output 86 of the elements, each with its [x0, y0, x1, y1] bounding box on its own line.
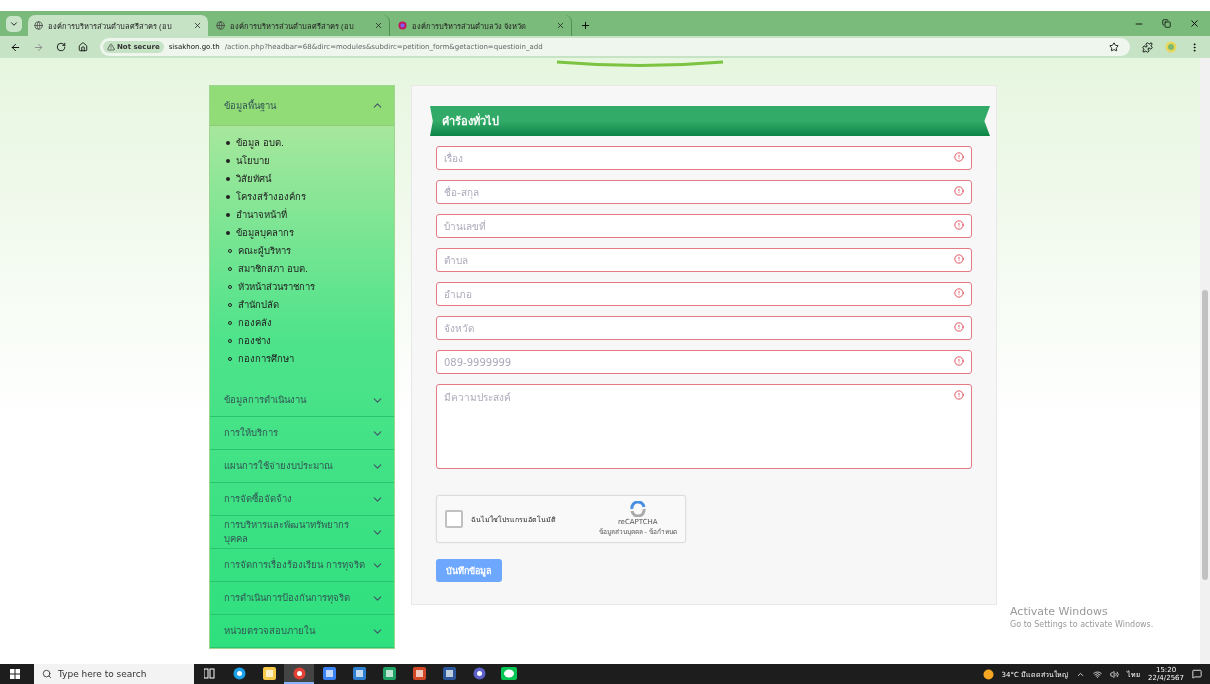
menu-link[interactable]: กองการศึกษา — [238, 350, 294, 368]
input-field[interactable]: 089-9999999 — [436, 350, 972, 374]
app-icon — [382, 666, 396, 680]
accordion-header[interactable]: การดำเนินการป้องกันการทุจริต — [210, 582, 394, 615]
close-icon[interactable] — [374, 21, 383, 30]
chevron-down-icon — [9, 19, 19, 29]
input-field[interactable]: จังหวัด — [436, 316, 972, 340]
bookmark-star-icon[interactable] — [1109, 42, 1119, 52]
task-view-icon — [203, 667, 215, 679]
menu-link[interactable]: สำนักปลัด — [238, 296, 279, 314]
notifications-icon[interactable] — [1192, 669, 1202, 679]
weather-sun-icon — [982, 668, 994, 680]
back-icon[interactable] — [10, 41, 21, 53]
activation-title: Activate Windows — [1010, 605, 1109, 618]
wifi-icon[interactable] — [1093, 669, 1103, 679]
app-icon — [262, 666, 276, 680]
new-tab-icon[interactable] — [580, 20, 591, 31]
form-title-banner: คำร้องทั่วไป — [430, 106, 990, 136]
scrollbar[interactable] — [1200, 58, 1210, 664]
accordion-header[interactable]: ข้อมูลการดำเนินงาน — [210, 384, 394, 417]
bullet-icon — [226, 141, 230, 145]
search-placeholder: Type here to search — [58, 669, 147, 679]
menu-link[interactable]: ข้อมูล อบต. — [236, 134, 285, 152]
app-icon — [292, 666, 306, 680]
restore-icon[interactable] — [1162, 19, 1171, 28]
app-icon — [322, 666, 336, 680]
menu-link[interactable]: โครงสร้างองค์กร — [236, 188, 306, 206]
error-icon — [954, 152, 964, 162]
menu-link[interactable]: วิสัยทัศน์ — [236, 170, 271, 188]
close-icon[interactable] — [193, 21, 202, 30]
bullet-icon — [226, 159, 230, 163]
error-icon — [954, 390, 964, 400]
input-field[interactable]: อำเภอ — [436, 282, 972, 306]
decor-curve-icon — [555, 60, 725, 68]
menu-link[interactable]: ข้อมูลบุคลากร — [236, 224, 294, 242]
search-icon — [42, 669, 52, 679]
error-icon — [954, 254, 964, 264]
accordion-header[interactable]: การจัดการเรื่องร้องเรียน การทุจริต — [210, 549, 394, 582]
app-icon — [442, 666, 456, 680]
close-icon[interactable] — [556, 21, 565, 30]
menu-link[interactable]: กองคลัง — [238, 314, 272, 332]
activation-subtitle: Go to Settings to activate Windows. — [1010, 620, 1154, 629]
message-field[interactable]: มีความประสงค์ — [436, 384, 972, 469]
recaptcha-logo-icon — [628, 501, 647, 517]
app-icon — [472, 666, 486, 680]
error-icon — [954, 220, 964, 230]
warning-icon — [107, 43, 115, 51]
reload-icon[interactable] — [56, 42, 66, 52]
bullet-icon — [226, 195, 230, 199]
accordion-header[interactable]: แผนการใช้จ่ายงบประมาณ — [210, 450, 394, 483]
error-icon — [954, 356, 964, 366]
input-field[interactable]: ตำบล — [436, 248, 972, 272]
volume-icon[interactable] — [1110, 669, 1120, 679]
taskbar-app[interactable] — [284, 664, 314, 684]
bullet-icon — [226, 177, 230, 181]
menu-link[interactable]: นโยบาย — [236, 152, 270, 170]
input-field[interactable]: ชื่อ-สกุล — [436, 180, 972, 204]
error-icon — [954, 322, 964, 332]
input-field[interactable]: บ้านเลขที่ — [436, 214, 972, 238]
app-icon — [412, 666, 426, 680]
site-icon — [398, 21, 407, 30]
close-icon[interactable] — [1189, 18, 1200, 29]
taskbar-search-field[interactable]: Type here to search — [34, 664, 194, 684]
menu-link[interactable]: อำนาจหน้าที่ — [236, 206, 287, 224]
error-icon — [954, 288, 964, 298]
extensions-icon[interactable] — [1142, 41, 1153, 53]
input-field[interactable]: เรื่อง — [436, 146, 972, 170]
globe-icon — [216, 21, 225, 30]
chat-icon — [501, 666, 517, 680]
accordion-header[interactable]: หน่วยตรวจสอบภายใน — [210, 615, 394, 648]
menu-link[interactable]: หัวหน้าส่วนราชการ — [238, 278, 315, 296]
app-icon — [232, 666, 246, 680]
accordion-header[interactable]: การให้บริการ — [210, 417, 394, 450]
app-icon — [352, 666, 366, 680]
error-icon — [954, 186, 964, 196]
menu-link[interactable]: คณะผู้บริหาร — [238, 242, 291, 260]
bullet-icon — [226, 213, 230, 217]
menu-link[interactable]: กองช่าง — [238, 332, 271, 350]
accordion-header[interactable]: ข้อมูลพื้นฐาน — [210, 86, 394, 126]
bullet-icon — [226, 231, 230, 235]
menu-link[interactable]: สมาชิกสภา อบต. — [238, 260, 309, 278]
globe-icon — [34, 21, 43, 30]
home-icon[interactable] — [78, 42, 88, 52]
accordion-header[interactable]: การจัดซื้อจัดจ้าง — [210, 483, 394, 516]
captcha-checkbox[interactable] — [445, 510, 463, 528]
accordion-header[interactable]: การบริหารและพัฒนาทรัพยากรบุคคล — [210, 516, 394, 549]
